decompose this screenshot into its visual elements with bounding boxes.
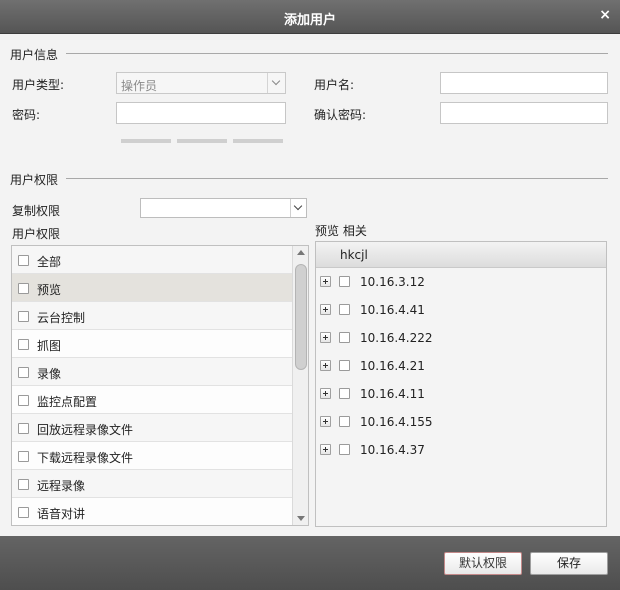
scrollbar-thumb[interactable] bbox=[295, 264, 307, 370]
permission-item-all[interactable]: 全部 bbox=[12, 246, 292, 274]
tree-node[interactable]: 10.16.3.12 bbox=[316, 268, 606, 296]
checkbox[interactable] bbox=[339, 416, 350, 427]
expand-plus-icon[interactable] bbox=[320, 276, 331, 287]
permission-item-label: 监控点配置 bbox=[37, 395, 98, 409]
checkbox[interactable] bbox=[18, 311, 29, 322]
expand-plus-icon[interactable] bbox=[320, 444, 331, 455]
permission-item-remote-download[interactable]: 下载远程录像文件 bbox=[12, 442, 292, 470]
checkbox[interactable] bbox=[18, 367, 29, 378]
save-button[interactable]: 保存 bbox=[530, 552, 608, 575]
checkbox[interactable] bbox=[339, 332, 350, 343]
tree-node[interactable]: 10.16.4.21 bbox=[316, 352, 606, 380]
dialog-title: 添加用户 bbox=[283, 13, 336, 28]
username-label: 用户名: bbox=[314, 78, 355, 92]
password-strength-bar-weak bbox=[121, 139, 171, 143]
confirm-password-label: 确认密码: bbox=[314, 108, 367, 122]
copy-permissions-dropdown-arrow bbox=[290, 199, 306, 217]
user-type-label: 用户类型: bbox=[12, 78, 65, 92]
expand-plus-icon[interactable] bbox=[320, 416, 331, 427]
tree-node-label: 10.16.4.37 bbox=[360, 443, 425, 457]
expand-plus-icon[interactable] bbox=[320, 388, 331, 399]
permissions-divider bbox=[66, 178, 608, 179]
default-permissions-button[interactable]: 默认权限 bbox=[444, 552, 522, 575]
permission-item-label: 远程录像 bbox=[37, 479, 86, 493]
permission-item-capture[interactable]: 抓图 bbox=[12, 330, 292, 358]
expand-plus-icon[interactable] bbox=[320, 332, 331, 343]
permission-item-label: 抓图 bbox=[37, 339, 62, 353]
checkbox[interactable] bbox=[18, 423, 29, 434]
tree-node-label: 10.16.4.41 bbox=[360, 303, 425, 317]
copy-permissions-select[interactable] bbox=[140, 198, 307, 218]
tree-root-label: hkcjl bbox=[340, 248, 368, 262]
permission-list-label: 用户权限 bbox=[12, 227, 61, 241]
permission-item-ptz-control[interactable]: 云台控制 bbox=[12, 302, 292, 330]
checkbox[interactable] bbox=[18, 395, 29, 406]
tree-node[interactable]: 10.16.4.155 bbox=[316, 408, 606, 436]
tree-node-label: 10.16.4.155 bbox=[360, 415, 433, 429]
checkbox[interactable] bbox=[339, 444, 350, 455]
checkbox[interactable] bbox=[18, 451, 29, 462]
tree-node-label: 10.16.3.12 bbox=[360, 275, 425, 289]
permissions-section-title: 用户权限 bbox=[10, 173, 59, 187]
scroll-up-arrow-icon[interactable] bbox=[297, 250, 305, 255]
permission-item-label: 预览 bbox=[37, 283, 62, 297]
permission-item-label: 下载远程录像文件 bbox=[37, 451, 134, 465]
permission-item-remote-playback[interactable]: 回放远程录像文件 bbox=[12, 414, 292, 442]
password-input[interactable] bbox=[116, 102, 286, 124]
user-type-value: 操作员 bbox=[121, 79, 158, 93]
checkbox[interactable] bbox=[339, 360, 350, 371]
expand-plus-icon[interactable] bbox=[320, 304, 331, 315]
permission-item-remote-record[interactable]: 远程录像 bbox=[12, 470, 292, 498]
permission-item-label: 录像 bbox=[37, 367, 62, 381]
permission-item-camera-config[interactable]: 监控点配置 bbox=[12, 386, 292, 414]
tree-node[interactable]: 10.16.4.37 bbox=[316, 436, 606, 464]
permission-item-preview[interactable]: 预览 bbox=[12, 274, 292, 302]
expand-plus-icon[interactable] bbox=[320, 360, 331, 371]
permission-item-label: 云台控制 bbox=[37, 311, 86, 325]
checkbox[interactable] bbox=[18, 339, 29, 350]
checkbox[interactable] bbox=[339, 276, 350, 287]
device-tree-root[interactable]: hkcjl bbox=[316, 242, 606, 268]
tree-node-label: 10.16.4.11 bbox=[360, 387, 425, 401]
scroll-down-arrow-icon[interactable] bbox=[297, 516, 305, 521]
tree-node-label: 10.16.4.21 bbox=[360, 359, 425, 373]
chevron-down-icon bbox=[293, 201, 303, 211]
user-info-divider bbox=[66, 53, 608, 54]
password-strength-bar-medium bbox=[177, 139, 227, 143]
confirm-password-input[interactable] bbox=[440, 102, 608, 124]
dialog-footer: 默认权限 保存 bbox=[0, 536, 620, 590]
checkbox[interactable] bbox=[18, 255, 29, 266]
permission-item-record[interactable]: 录像 bbox=[12, 358, 292, 386]
dialog-titlebar: 添加用户 × bbox=[0, 0, 620, 34]
permission-list-scrollbar[interactable] bbox=[292, 246, 308, 525]
permission-list[interactable]: 全部 预览 云台控制 抓图 录像 监控点配置 回放远程录像文件 下载远程录像文件… bbox=[11, 245, 309, 526]
user-type-select[interactable]: 操作员 bbox=[116, 72, 286, 94]
tree-node[interactable]: 10.16.4.11 bbox=[316, 380, 606, 408]
checkbox[interactable] bbox=[18, 283, 29, 294]
preview-related-label: 预览 相关 bbox=[315, 224, 367, 238]
close-icon[interactable]: × bbox=[599, 7, 611, 23]
user-type-dropdown-arrow bbox=[267, 73, 285, 93]
permission-item-label: 语音对讲 bbox=[37, 507, 86, 521]
permission-item-voice-talk[interactable]: 语音对讲 bbox=[12, 498, 292, 525]
user-info-section-title: 用户信息 bbox=[10, 48, 59, 62]
password-strength-bar-strong bbox=[233, 139, 283, 143]
checkbox[interactable] bbox=[339, 388, 350, 399]
checkbox[interactable] bbox=[18, 507, 29, 518]
checkbox[interactable] bbox=[339, 304, 350, 315]
dialog-content: 用户信息 用户类型: 操作员 用户名: 密码: 确认密码: 用户权限 复制权限 … bbox=[0, 34, 620, 536]
permission-item-label: 回放远程录像文件 bbox=[37, 423, 134, 437]
tree-node[interactable]: 10.16.4.222 bbox=[316, 324, 606, 352]
tree-node[interactable]: 10.16.4.41 bbox=[316, 296, 606, 324]
password-label: 密码: bbox=[12, 108, 41, 122]
checkbox[interactable] bbox=[18, 479, 29, 490]
username-input[interactable] bbox=[440, 72, 608, 94]
copy-permissions-label: 复制权限 bbox=[12, 204, 61, 218]
tree-node-label: 10.16.4.222 bbox=[360, 331, 433, 345]
permission-item-label: 全部 bbox=[37, 255, 62, 269]
chevron-down-icon bbox=[271, 76, 281, 86]
device-tree[interactable]: hkcjl 10.16.3.12 10.16.4.41 10.16.4.222 … bbox=[315, 241, 607, 527]
